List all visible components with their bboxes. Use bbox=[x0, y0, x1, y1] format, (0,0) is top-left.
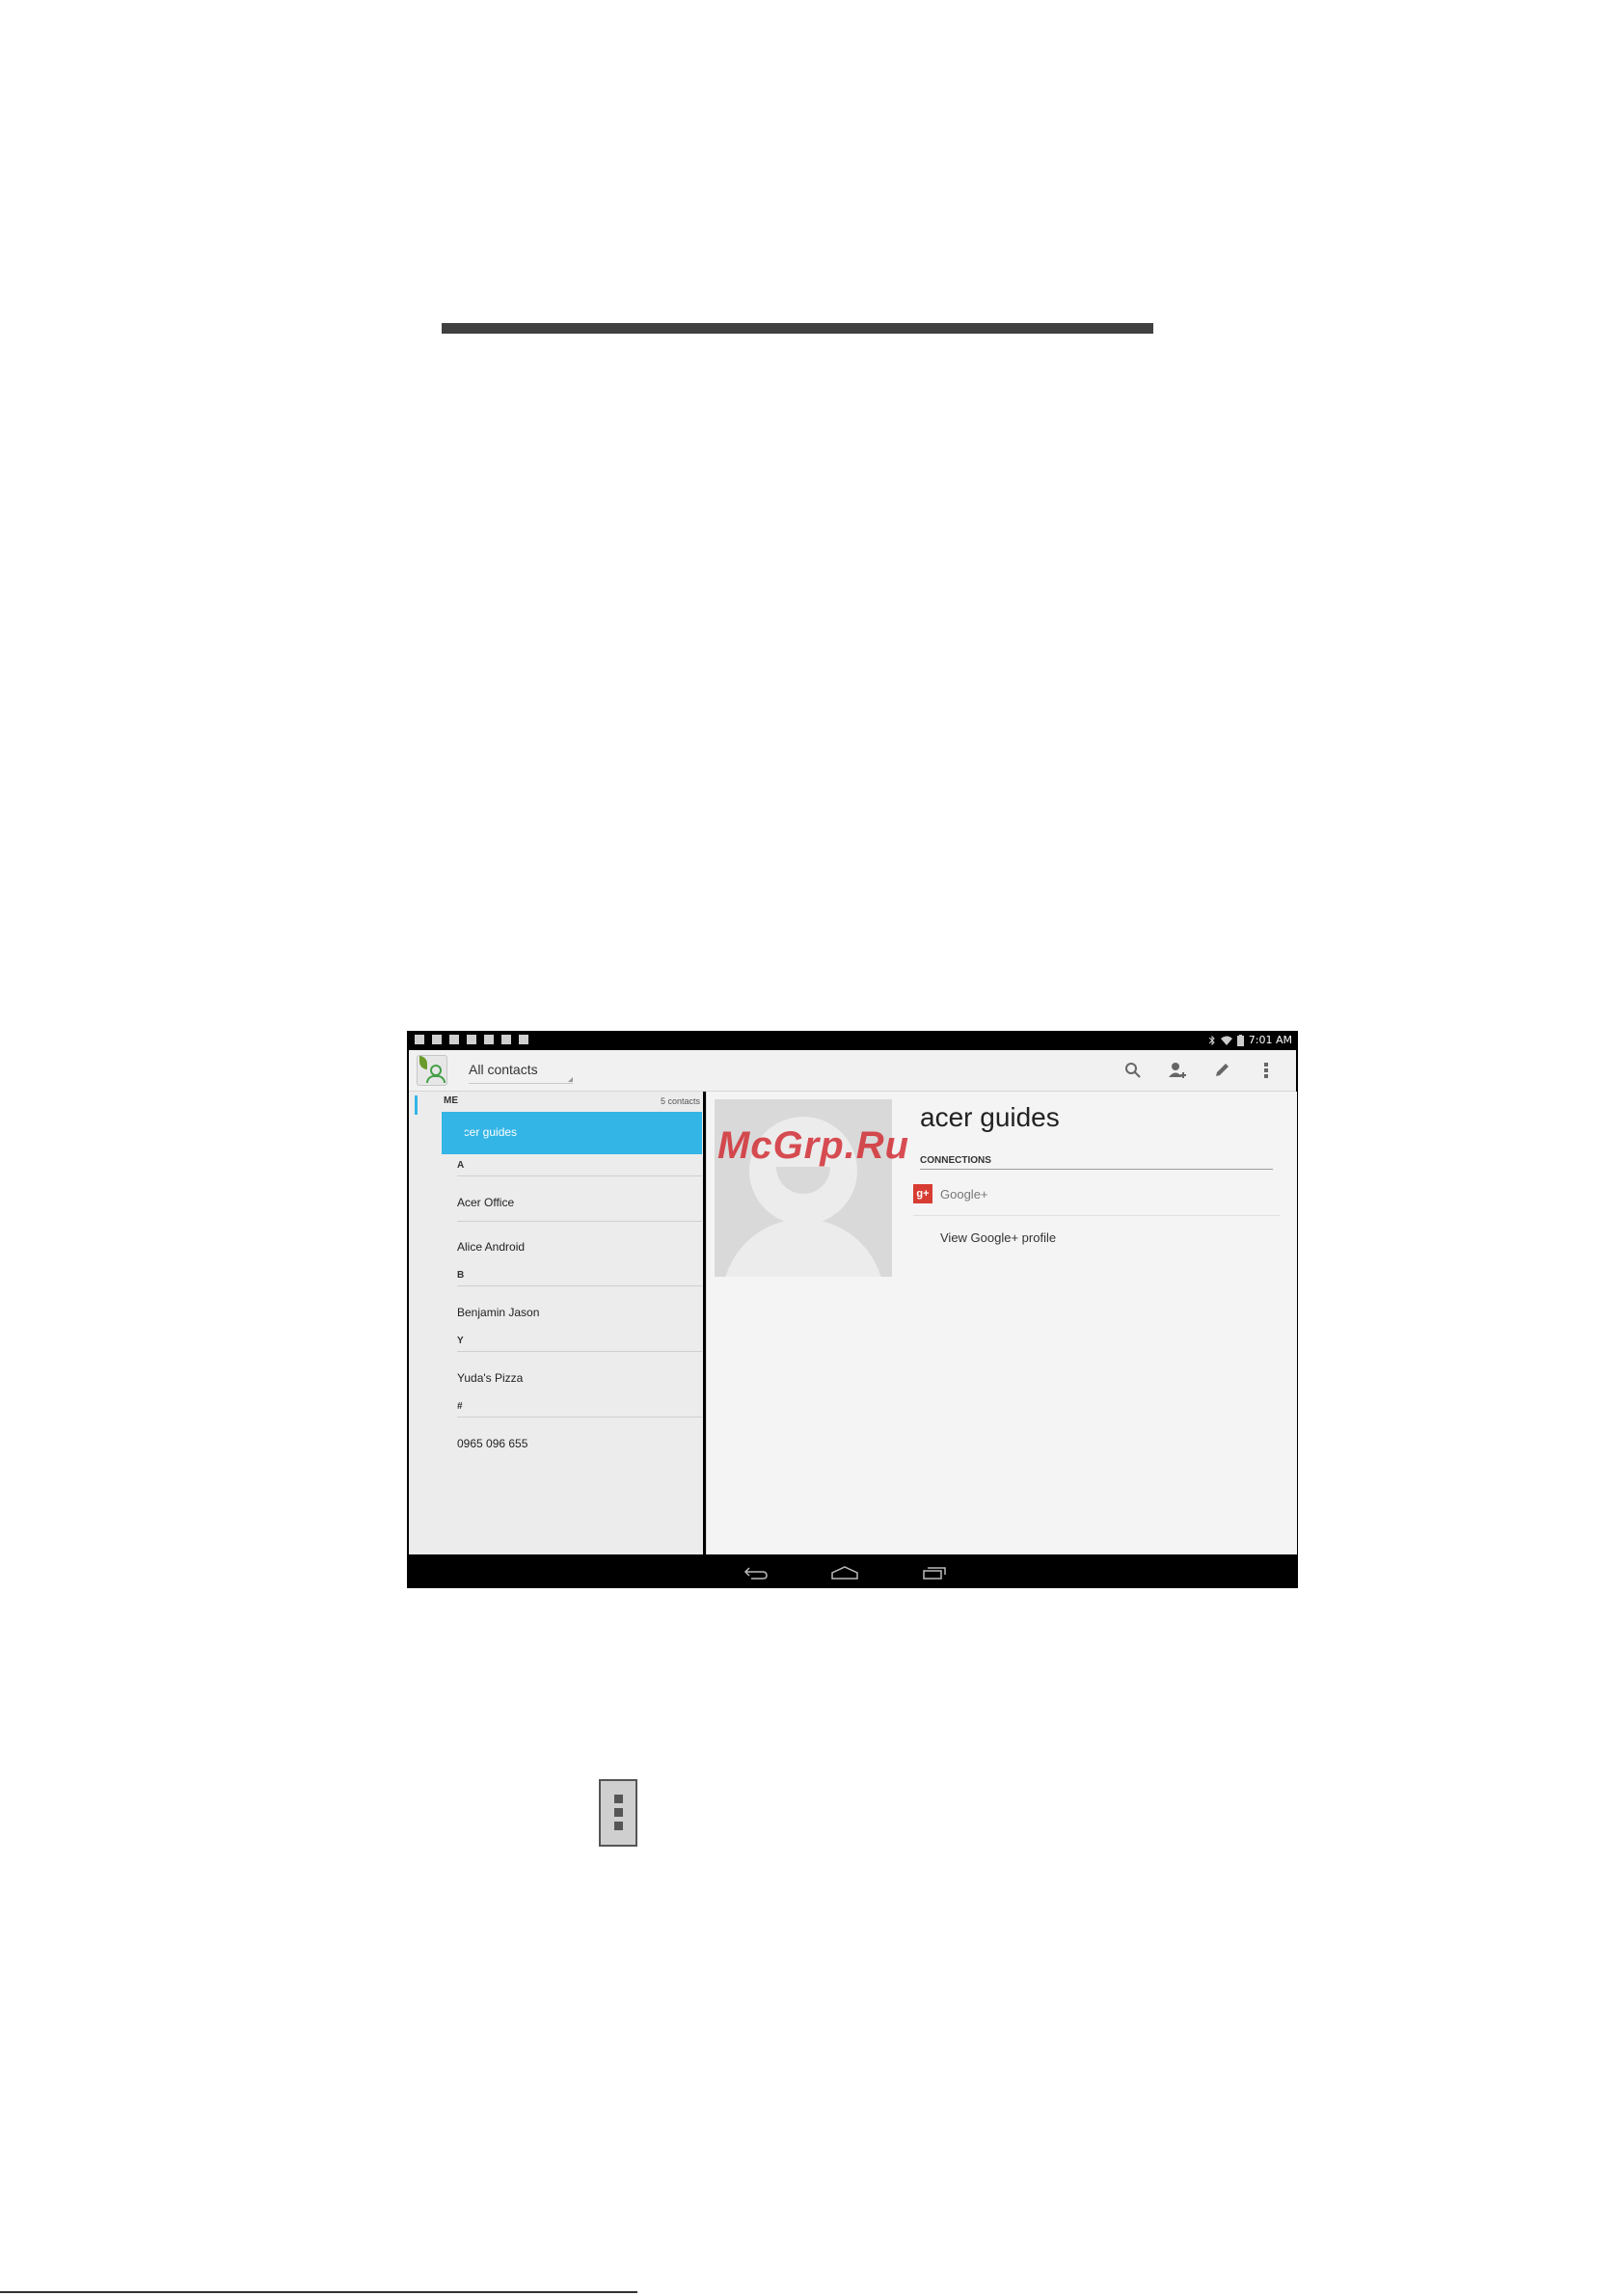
person-body-icon bbox=[426, 1075, 446, 1083]
contact-list-pane: ME 5 contacts acer guides A Acer Office … bbox=[409, 1092, 703, 1554]
avatar-shoulders bbox=[722, 1219, 884, 1277]
list-item-label: acer guides bbox=[457, 1125, 518, 1139]
section-header-a: A bbox=[457, 1160, 465, 1171]
back-button[interactable] bbox=[740, 1562, 772, 1583]
list-item[interactable]: Alice Android bbox=[457, 1240, 525, 1254]
status-bar: 7:01 AM bbox=[407, 1031, 1298, 1050]
wifi-notice-icon bbox=[449, 1035, 459, 1044]
list-item[interactable]: Acer Office bbox=[457, 1196, 514, 1209]
overflow-menu-button[interactable] bbox=[1244, 1050, 1288, 1091]
section-divider bbox=[457, 1351, 702, 1352]
photo-icon bbox=[501, 1035, 511, 1044]
clock: 7:01 AM bbox=[1248, 1034, 1292, 1046]
connection-row-divider bbox=[913, 1215, 1280, 1216]
section-header-y: Y bbox=[457, 1336, 464, 1346]
notification-icons bbox=[415, 1035, 528, 1044]
list-item-selected[interactable]: acer guides bbox=[442, 1112, 702, 1154]
section-header-b: B bbox=[457, 1270, 465, 1281]
watermark: McGrp.Ru bbox=[717, 1124, 910, 1167]
wifi-icon bbox=[1220, 1036, 1232, 1045]
system-icons: 7:01 AM bbox=[1208, 1034, 1292, 1046]
google-plus-icon: g+ bbox=[913, 1184, 932, 1203]
camera-icon bbox=[519, 1035, 528, 1044]
recent-apps-button[interactable] bbox=[918, 1562, 951, 1583]
add-contact-button[interactable] bbox=[1155, 1050, 1200, 1091]
home-icon bbox=[831, 1566, 858, 1580]
recent-apps-icon bbox=[923, 1567, 946, 1580]
google-plus-label[interactable]: Google+ bbox=[940, 1187, 988, 1202]
home-button[interactable] bbox=[828, 1562, 861, 1583]
connections-divider bbox=[920, 1169, 1273, 1170]
contacts-app-icon[interactable] bbox=[417, 1055, 447, 1086]
back-icon bbox=[743, 1567, 768, 1580]
add-person-icon bbox=[1169, 1063, 1186, 1078]
action-bar: All contacts bbox=[409, 1050, 1296, 1092]
action-buttons bbox=[1111, 1050, 1288, 1091]
row-divider bbox=[457, 1221, 702, 1222]
list-item[interactable]: Benjamin Jason bbox=[457, 1306, 539, 1319]
usb-icon bbox=[467, 1035, 476, 1044]
dropdown-caret-icon bbox=[568, 1077, 573, 1082]
battery-icon bbox=[1236, 1034, 1244, 1046]
contact-name: acer guides bbox=[920, 1102, 1060, 1132]
section-divider bbox=[457, 1175, 702, 1176]
list-icon bbox=[432, 1035, 442, 1044]
page-header-rule bbox=[442, 323, 1153, 334]
section-header-hash: # bbox=[457, 1401, 463, 1412]
leaf-icon bbox=[419, 1056, 427, 1069]
more-vert-icon bbox=[599, 1779, 637, 1847]
warning-icon bbox=[484, 1035, 494, 1044]
footer-rule bbox=[0, 2291, 637, 2293]
list-item[interactable]: Yuda's Pizza bbox=[457, 1371, 523, 1385]
section-divider bbox=[457, 1285, 702, 1286]
connections-header: CONNECTIONS bbox=[920, 1155, 991, 1166]
tablet-screenshot: 7:01 AM All contacts ME 5 contacts acer … bbox=[407, 1031, 1298, 1588]
list-item[interactable]: 0965 096 655 bbox=[457, 1437, 527, 1450]
contacts-filter-dropdown[interactable]: All contacts bbox=[469, 1060, 573, 1084]
view-profile-link[interactable]: View Google+ profile bbox=[940, 1230, 1056, 1245]
more-vert-icon bbox=[1264, 1063, 1268, 1078]
selection-pointer bbox=[457, 1123, 466, 1143]
bluetooth-icon bbox=[1208, 1035, 1215, 1045]
search-icon bbox=[1125, 1063, 1141, 1078]
contact-count: 5 contacts bbox=[660, 1096, 700, 1106]
navigation-bar bbox=[407, 1556, 1298, 1588]
screenshot-icon bbox=[415, 1035, 424, 1044]
fast-scroll-indicator[interactable] bbox=[415, 1095, 418, 1115]
pencil-icon bbox=[1216, 1064, 1229, 1076]
me-header: ME 5 contacts bbox=[444, 1095, 700, 1109]
section-divider bbox=[457, 1417, 702, 1418]
me-label: ME bbox=[444, 1095, 458, 1106]
contacts-filter-label: All contacts bbox=[469, 1062, 538, 1077]
search-button[interactable] bbox=[1111, 1050, 1155, 1091]
edit-button[interactable] bbox=[1200, 1050, 1244, 1091]
